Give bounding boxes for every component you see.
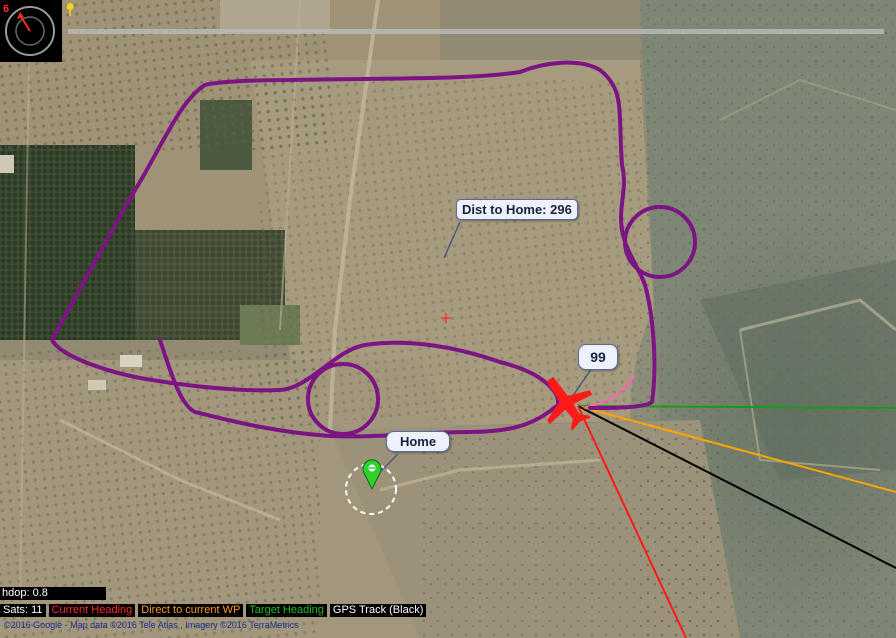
map-view[interactable]: 6 Dist to Home: 296 99 Home hdop: 0.8 Sa… (0, 0, 896, 638)
direct-to-wp-line (577, 405, 896, 493)
top-progress-bar (68, 29, 884, 34)
turn-arc (583, 375, 635, 409)
dist-callout-pointer (443, 221, 461, 259)
compass-heading-label: 6 (3, 3, 9, 15)
home-marker-icon[interactable] (361, 458, 383, 490)
legend-direct-wp: Direct to current WP (138, 604, 244, 617)
hdop-readout: hdop: 0.8 (0, 587, 106, 600)
legend: Sats: 11 Current Heading Direct to curre… (0, 604, 427, 617)
legend-gps-track: GPS Track (Black) (329, 604, 427, 617)
map-copyright: ©2016 Google - Map data ©2016 Tele Atlas… (4, 620, 299, 630)
legend-target-heading: Target Heading (246, 604, 327, 617)
waypoint-label[interactable]: 99 (578, 344, 618, 370)
home-label[interactable]: Home (386, 431, 450, 452)
dist-to-home-label: Dist to Home: 296 (456, 199, 578, 220)
map-pin-icon[interactable] (65, 2, 75, 16)
loiter-circle-east (623, 205, 697, 279)
sats-count: Sats: 11 (0, 604, 46, 617)
aircraft-icon[interactable] (529, 364, 603, 439)
current-heading-line (577, 405, 687, 638)
gps-track-line (577, 405, 896, 569)
flight-overlay (50, 60, 896, 638)
loiter-circle-west (306, 362, 380, 436)
legend-current-heading: Current Heading (48, 604, 136, 617)
compass-icon: 6 (0, 0, 62, 62)
center-crosshair-icon (441, 313, 451, 323)
flight-path (50, 60, 657, 439)
